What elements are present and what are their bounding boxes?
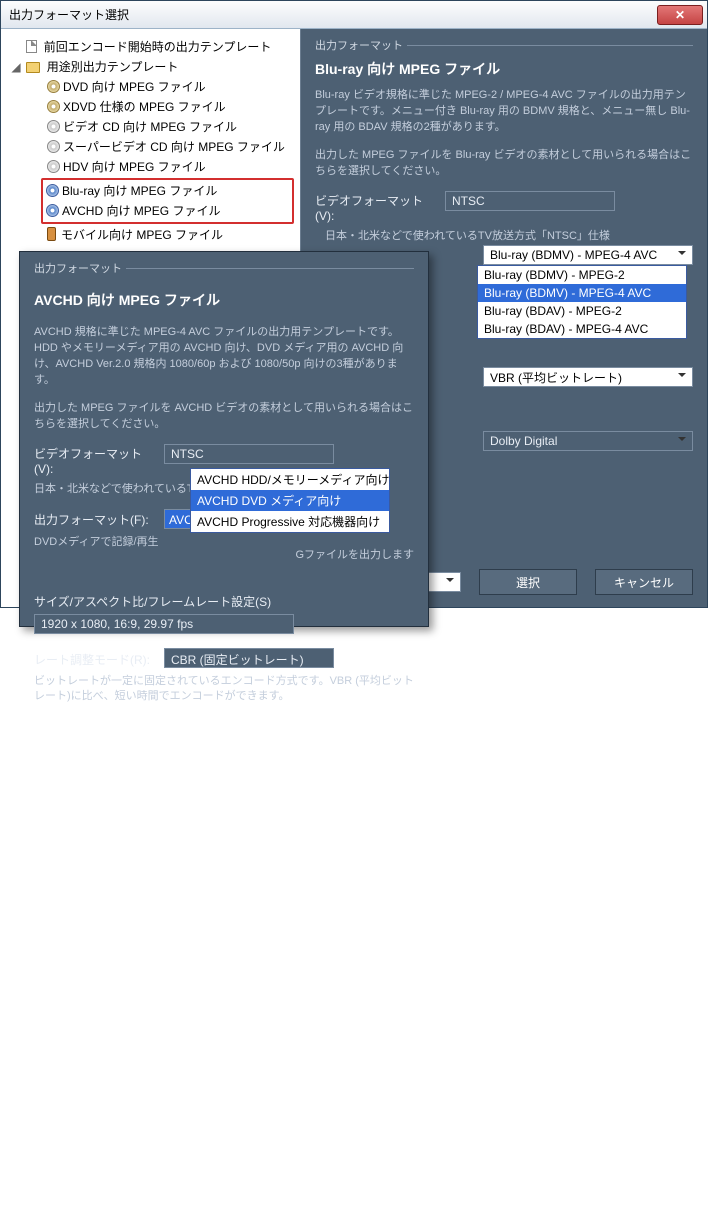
tree-label: Blu-ray 向け MPEG ファイル — [62, 184, 217, 198]
dropdown-option[interactable]: Blu-ray (BDAV) - MPEG-2 — [478, 302, 686, 320]
format-desc-1: AVCHD 規格に準じた MPEG-4 AVC ファイルの出力用テンプレートです… — [34, 324, 414, 388]
tree-label: ビデオ CD 向け MPEG ファイル — [63, 120, 237, 134]
tree-label: HDV 向け MPEG ファイル — [63, 160, 206, 174]
output-format-dropdown[interactable]: AVCHD HDD/メモリーメディア向け AVCHD DVD メディア向け AV… — [190, 468, 390, 533]
tree-item-avchd[interactable]: AVCHD 向け MPEG ファイル — [46, 201, 289, 221]
tree-item-mobile[interactable]: モバイル向け MPEG ファイル — [7, 225, 294, 245]
tree-collapse-icon: ◢ — [11, 57, 21, 77]
tree-label: XDVD 仕様の MPEG ファイル — [63, 100, 226, 114]
titlebar: 出力フォーマット選択 ✕ — [1, 1, 707, 29]
output-format-hint-suffix: Gファイルを出力します — [295, 549, 414, 561]
avchd-overlay-panel: 出力フォーマット AVCHD 向け MPEG ファイル AVCHD 規格に準じた… — [19, 251, 429, 627]
output-format-dropdown[interactable]: Blu-ray (BDMV) - MPEG-2 Blu-ray (BDMV) -… — [477, 265, 687, 339]
format-desc-2: 出力した MPEG ファイルを Blu-ray ビデオの素材として用いられる場合… — [315, 147, 693, 179]
combo-value: Blu-ray (BDMV) - MPEG-4 AVC — [490, 248, 657, 262]
dialog-window: 出力フォーマット選択 ✕ 前回エンコード開始時の出力テンプレート ◢ 用途別出力… — [0, 0, 708, 608]
disc-icon — [46, 184, 59, 197]
video-format-label: ビデオフォーマット(V): — [315, 192, 435, 223]
dropdown-option[interactable]: Blu-ray (BDMV) - MPEG-2 — [478, 266, 686, 284]
format-desc-1: Blu-ray ビデオ規格に準じた MPEG-2 / MPEG-4 AVC ファ… — [315, 87, 693, 135]
tree-label: スーパービデオ CD 向け MPEG ファイル — [63, 140, 285, 154]
cancel-button[interactable]: キャンセル — [595, 569, 693, 595]
dropdown-option-selected[interactable]: AVCHD DVD メディア向け — [191, 490, 389, 511]
size-select[interactable]: 1920 x 1080, 16:9, 29.97 fps — [34, 614, 294, 634]
rate-mode-select[interactable]: VBR (平均ビットレート) — [483, 367, 693, 387]
format-desc-2: 出力した MPEG ファイルを AVCHD ビデオの素材として用いられる場合はこ… — [34, 400, 414, 432]
video-format-label: ビデオフォーマット(V): — [34, 445, 154, 476]
rate-mode-select[interactable]: CBR (固定ビットレート) — [164, 648, 334, 668]
select-button[interactable]: 選択 — [479, 569, 577, 595]
video-format-select[interactable]: NTSC — [164, 444, 334, 464]
audio-select[interactable]: Dolby Digital — [483, 431, 693, 451]
tree-highlighted-group: Blu-ray 向け MPEG ファイル AVCHD 向け MPEG ファイル — [41, 178, 294, 224]
rate-mode-label: レート調整モード(R): — [34, 651, 154, 668]
tree-item-bluray[interactable]: Blu-ray 向け MPEG ファイル — [46, 181, 289, 201]
format-heading: AVCHD 向け MPEG ファイル — [34, 290, 414, 310]
tree-item-vcd[interactable]: ビデオ CD 向け MPEG ファイル — [7, 117, 294, 137]
disc-icon — [47, 160, 60, 173]
video-format-select[interactable]: NTSC — [445, 191, 615, 211]
window-title: 出力フォーマット選択 — [9, 6, 657, 23]
page-icon — [26, 40, 37, 53]
tree-item-xdvd[interactable]: XDVD 仕様の MPEG ファイル — [7, 97, 294, 117]
disc-icon — [46, 204, 59, 217]
disc-icon — [47, 140, 60, 153]
output-format-select[interactable]: Blu-ray (BDMV) - MPEG-4 AVC — [483, 245, 693, 265]
dropdown-option-selected[interactable]: Blu-ray (BDMV) - MPEG-4 AVC — [478, 284, 686, 302]
tree-label: AVCHD 向け MPEG ファイル — [62, 204, 220, 218]
combo-value: Dolby Digital — [490, 434, 557, 448]
mobile-icon — [47, 227, 56, 241]
group-title: 出力フォーマット — [315, 37, 693, 53]
output-format-label: 出力フォーマット(F): — [34, 511, 154, 528]
tree-item-by-purpose[interactable]: ◢ 用途別出力テンプレート — [7, 57, 294, 77]
tree-item-hdv[interactable]: HDV 向け MPEG ファイル — [7, 157, 294, 177]
tree-label: 前回エンコード開始時の出力テンプレート — [44, 40, 272, 54]
dropdown-option[interactable]: AVCHD Progressive 対応機器向け — [191, 511, 389, 532]
dropdown-option[interactable]: Blu-ray (BDAV) - MPEG-4 AVC — [478, 320, 686, 338]
folder-icon — [26, 62, 40, 73]
group-title: 出力フォーマット — [34, 260, 414, 276]
disc-icon — [47, 80, 60, 93]
close-button[interactable]: ✕ — [657, 5, 703, 25]
output-format-hint-prefix: DVDメディアで記録/再生 — [34, 535, 184, 550]
tree-item-svcd[interactable]: スーパービデオ CD 向け MPEG ファイル — [7, 137, 294, 157]
tree-label: DVD 向け MPEG ファイル — [63, 80, 206, 94]
video-format-hint: 日本・北米などで使われているTV放送方式「NTSC」仕様 — [325, 229, 693, 244]
tree-label: モバイル向け MPEG ファイル — [61, 228, 223, 242]
tree-item-dvd[interactable]: DVD 向け MPEG ファイル — [7, 77, 294, 97]
disc-icon — [47, 100, 60, 113]
tree-label: 用途別出力テンプレート — [47, 60, 179, 74]
disc-icon — [47, 120, 60, 133]
rate-mode-hint: ビットレートが一定に固定されているエンコード方式です。VBR (平均ビットレート… — [34, 674, 414, 704]
combo-value: VBR (平均ビットレート) — [490, 369, 622, 386]
tree-item-last-template[interactable]: 前回エンコード開始時の出力テンプレート — [7, 37, 294, 57]
format-heading: Blu-ray 向け MPEG ファイル — [315, 59, 693, 79]
dropdown-option[interactable]: AVCHD HDD/メモリーメディア向け — [191, 469, 389, 490]
